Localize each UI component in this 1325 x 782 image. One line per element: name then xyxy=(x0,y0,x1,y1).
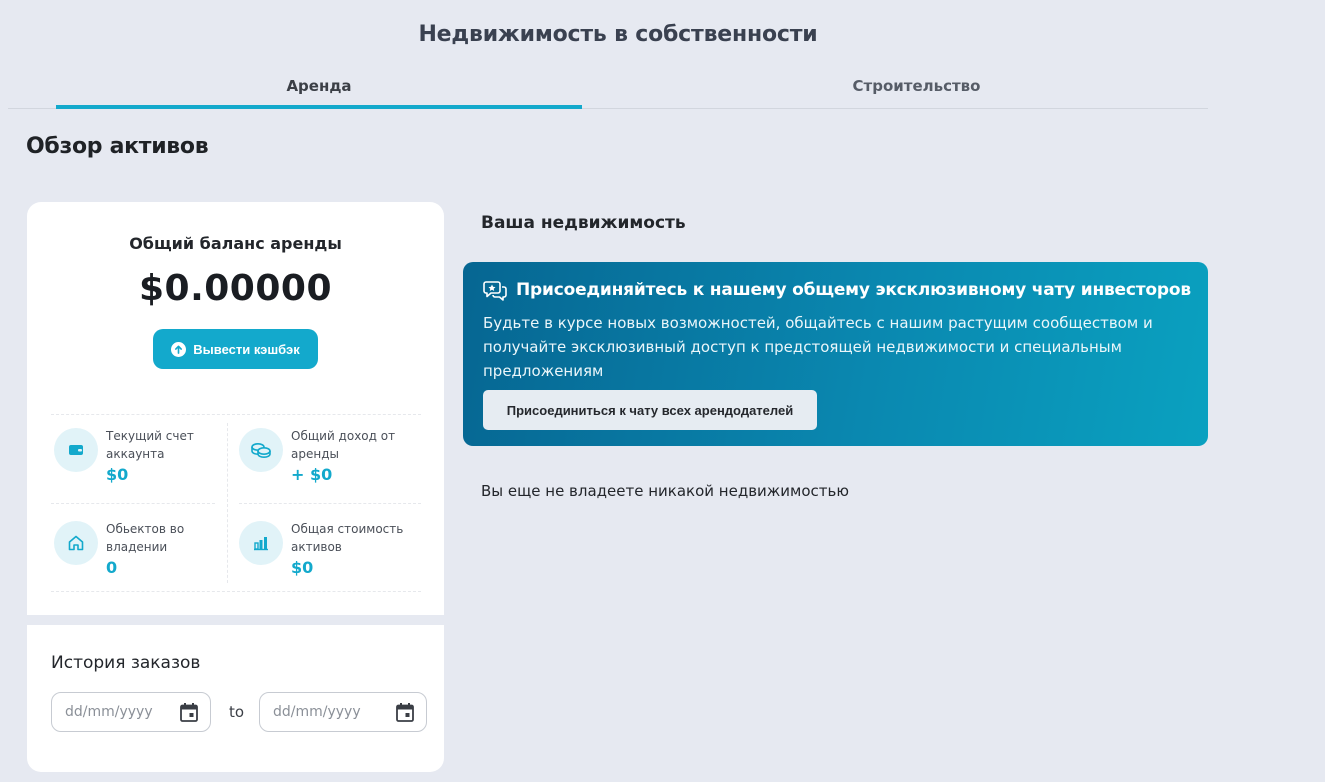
date-from-placeholder: dd/mm/yyyy xyxy=(65,704,153,720)
chat-star-icon xyxy=(483,279,507,305)
wallet-icon xyxy=(54,428,98,472)
stats-grid: Текущий счет аккаунта $0 Общий доход от … xyxy=(51,414,421,592)
date-to-placeholder: dd/mm/yyyy xyxy=(273,704,361,720)
overview-title: Обзор активов xyxy=(26,134,209,159)
tab-construction[interactable]: Строительство xyxy=(588,64,1245,108)
date-from-input[interactable]: dd/mm/yyyy xyxy=(51,692,211,732)
arrow-up-icon xyxy=(171,341,187,357)
investor-chat-banner: Присоединяйтесь к нашему общему эксклюзи… xyxy=(463,262,1208,446)
calendar-icon[interactable] xyxy=(395,702,415,727)
stat-label: Общий доход от аренды xyxy=(291,429,396,461)
chat-banner-text: Будьте в курсе новых возможностей, общай… xyxy=(483,314,1153,380)
withdraw-cashback-label: Вывести кэшбэк xyxy=(193,341,300,357)
balance-card: Общий баланс аренды $0.00000 Вывести кэш… xyxy=(27,202,444,615)
date-to-input[interactable]: dd/mm/yyyy xyxy=(259,692,427,732)
withdraw-cashback-button[interactable]: Вывести кэшбэк xyxy=(153,329,318,369)
stat-label: Обьектов во владении xyxy=(106,522,185,554)
stat-total-assets: Общая стоимость активов $0 xyxy=(236,508,416,588)
orders-card: История заказов dd/mm/yyyy to dd/mm/yyyy xyxy=(27,625,444,772)
stat-value: 0 xyxy=(106,558,118,577)
date-range-separator: to xyxy=(229,703,245,721)
no-properties-message: Вы еще не владеете никакой недвижимостью xyxy=(481,482,850,500)
stat-value: + $0 xyxy=(291,465,333,484)
stat-label: Текущий счет аккаунта xyxy=(106,429,194,461)
calendar-icon[interactable] xyxy=(179,702,199,727)
tab-rent[interactable]: Аренда xyxy=(56,64,582,109)
chat-banner-title: Присоединяйтесь к нашему общему эксклюзи… xyxy=(516,280,1191,300)
chart-icon xyxy=(239,521,283,565)
stat-value: $0 xyxy=(291,558,314,577)
page-title: Недвижимость в собственности xyxy=(418,22,818,47)
join-landlords-chat-button[interactable]: Присоединиться к чату всех арендодателей xyxy=(483,390,817,430)
stat-label: Общая стоимость активов xyxy=(291,522,404,554)
balance-label: Общий баланс аренды xyxy=(129,234,342,253)
coins-icon xyxy=(239,428,283,472)
tab-bar: Аренда Строительство xyxy=(8,64,1208,109)
stat-owned-objects: Обьектов во владении 0 xyxy=(51,508,231,588)
balance-value: $0.00000 xyxy=(138,268,333,309)
stat-rental-income: Общий доход от аренды + $0 xyxy=(236,415,416,495)
stat-value: $0 xyxy=(106,465,129,484)
stat-account-balance: Текущий счет аккаунта $0 xyxy=(51,415,231,495)
your-properties-title: Ваша недвижимость xyxy=(481,213,686,233)
orders-title: История заказов xyxy=(51,653,201,673)
home-icon xyxy=(54,521,98,565)
